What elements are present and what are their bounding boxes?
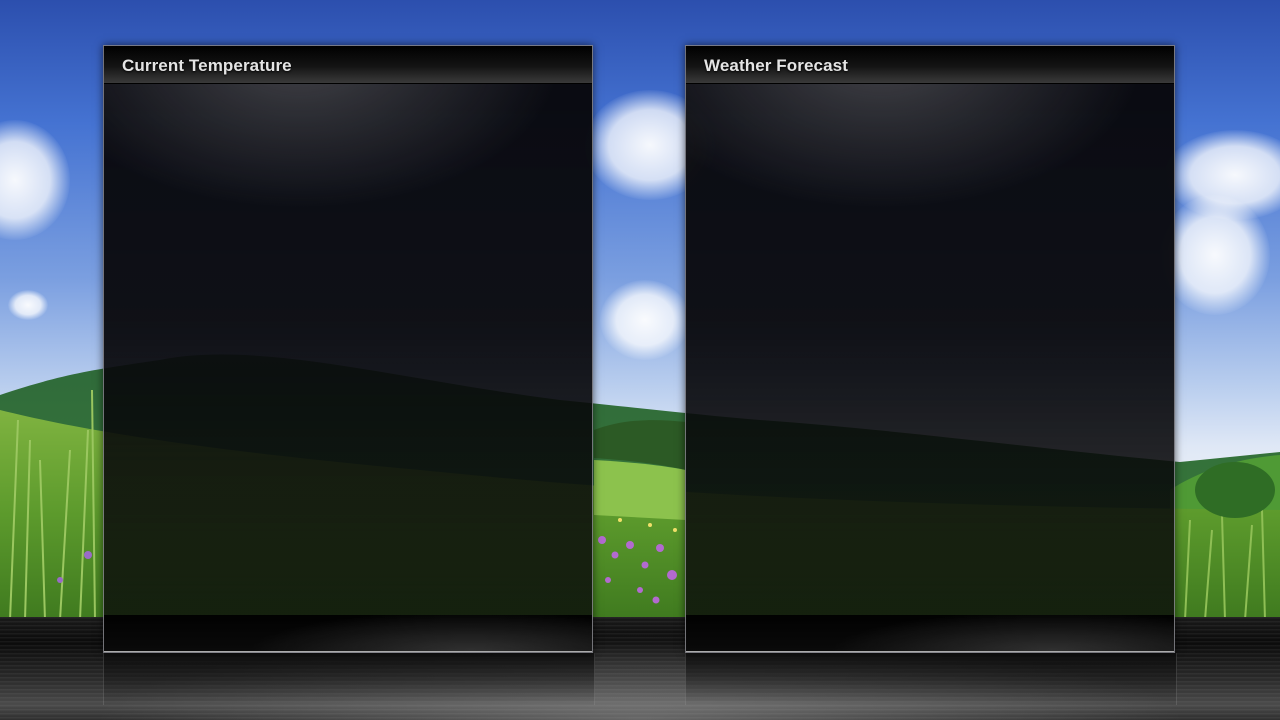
- panel-header: Current Temperature: [104, 46, 592, 84]
- current-temperature-panel: Current Temperature: [103, 45, 593, 653]
- panel-title: Current Temperature: [122, 56, 292, 75]
- panel-title: Weather Forecast: [704, 56, 848, 75]
- panel-reflection: [103, 653, 595, 705]
- panel-reflection: [685, 653, 1177, 705]
- panel-footer: [104, 615, 592, 652]
- panel-header: Weather Forecast: [686, 46, 1174, 84]
- desktop-stage: Current Temperature Weather Forecast: [0, 0, 1280, 720]
- panel-body: [686, 84, 1174, 614]
- panel-body: [104, 84, 592, 614]
- weather-forecast-panel: Weather Forecast: [685, 45, 1175, 653]
- panel-footer: [686, 615, 1174, 652]
